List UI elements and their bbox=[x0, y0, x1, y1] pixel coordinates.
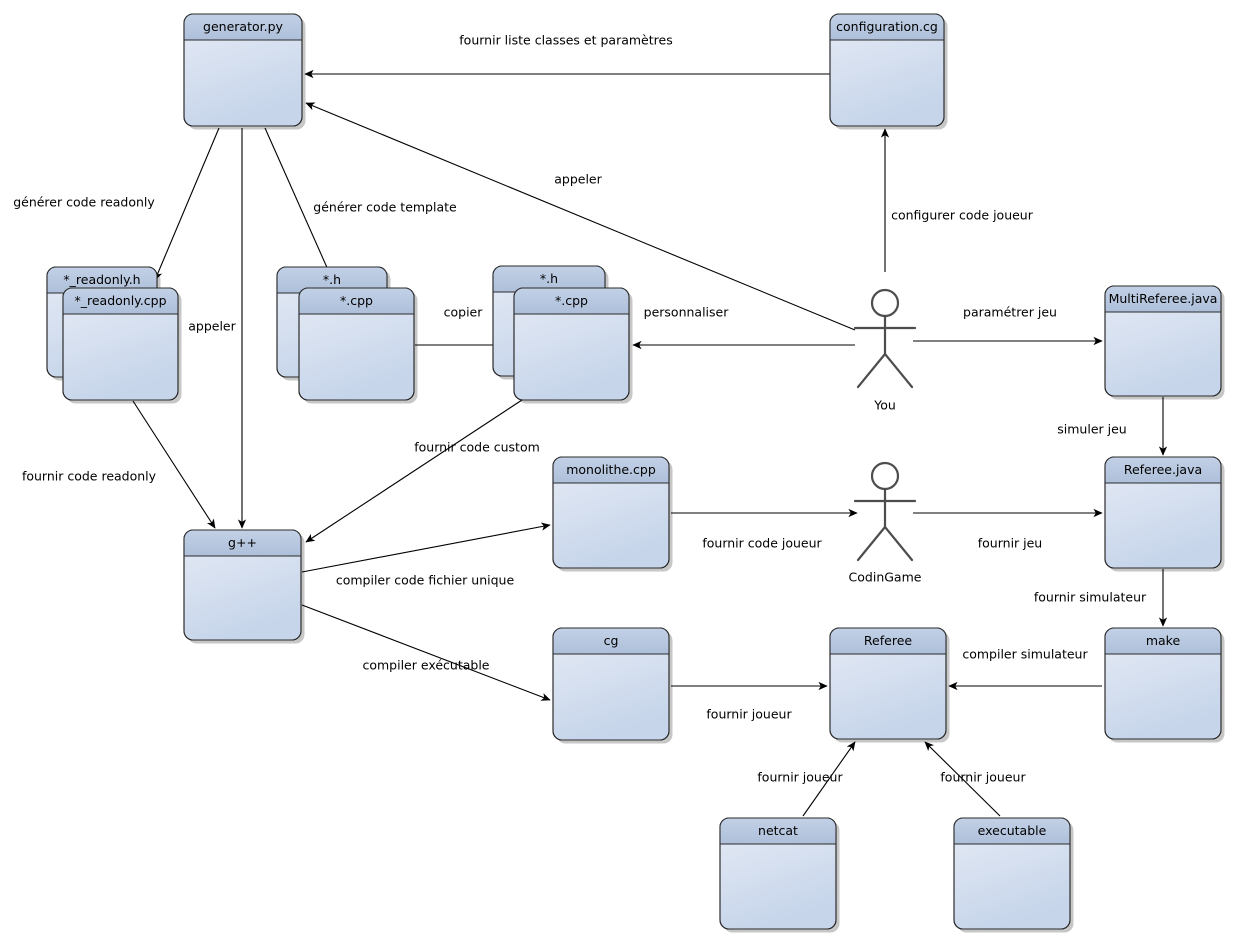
node-cg[interactable]: cg bbox=[552, 627, 673, 744]
node-multireferee[interactable]: MultiReferee.java bbox=[1104, 285, 1225, 400]
node-title: Referee bbox=[864, 633, 912, 648]
edge-e-gpp-monolithe bbox=[301, 522, 551, 573]
node-title: MultiReferee.java bbox=[1109, 291, 1218, 306]
edge-line bbox=[132, 400, 216, 529]
node-title: netcat bbox=[758, 823, 798, 838]
edge-label-e-netcat-referee: fournir joueur bbox=[757, 770, 843, 785]
node-custom_cpp[interactable]: *.cpp bbox=[513, 287, 633, 404]
actor-leg-right-icon bbox=[883, 352, 914, 389]
edge-label-e-gpp-monolithe: compiler code fichier unique bbox=[336, 573, 515, 588]
node-title: make bbox=[1146, 633, 1181, 648]
actor-leg-left-icon bbox=[856, 352, 887, 389]
edge-label-e-you-generator: appeler bbox=[554, 172, 602, 187]
node-title: *.h bbox=[323, 272, 341, 287]
edge-label-e-tplcpp-customcpp: copier bbox=[444, 305, 484, 320]
edge-label-e-readonly-gpp: fournir code readonly bbox=[22, 469, 157, 484]
edge-label-e-generator-template: générer code template bbox=[313, 200, 457, 215]
actors-layer: You CodinGame bbox=[849, 288, 922, 585]
edge-label-e-executable-referee: fournir joueur bbox=[940, 770, 1026, 785]
edge-label-e-generator-gpp: appeler bbox=[188, 319, 236, 334]
node-title: generator.py bbox=[203, 19, 283, 34]
edge-label-e-you-customcpp: personnaliser bbox=[644, 305, 730, 320]
edge-label-e-you-multireferee: paramétrer jeu bbox=[963, 305, 1057, 320]
node-title: monolithe.cpp bbox=[566, 462, 656, 477]
edge-label-e-you-config: configurer code joueur bbox=[891, 208, 1034, 223]
edge-label-e-gpp-cg: compiler exécutable bbox=[362, 658, 489, 673]
edge-e-gpp-cg bbox=[301, 604, 551, 701]
edge-line bbox=[305, 399, 523, 543]
edge-line bbox=[301, 604, 551, 701]
actor-codingame[interactable]: CodinGame bbox=[849, 461, 922, 585]
edge-line bbox=[154, 127, 220, 281]
node-referee_java[interactable]: Referee.java bbox=[1104, 456, 1225, 572]
node-title: *.cpp bbox=[340, 293, 373, 308]
node-title: *_readonly.cpp bbox=[74, 293, 166, 308]
edge-label-e-referee-make: fournir simulateur bbox=[1034, 590, 1147, 605]
edge-e-generator-readonly bbox=[154, 127, 220, 281]
node-title: Referee.java bbox=[1124, 462, 1202, 477]
node-title: executable bbox=[978, 823, 1047, 838]
edge-label-e-generator-readonly: générer code readonly bbox=[13, 195, 155, 210]
actor-leg-left-icon bbox=[856, 525, 887, 562]
actor-you[interactable]: You bbox=[853, 288, 917, 413]
diagram-svg: generator.py configuration.cg *_readonly.h… bbox=[13, 13, 1225, 933]
node-executable[interactable]: executable bbox=[953, 817, 1074, 933]
edge-label-e-cg-referee: fournir joueur bbox=[706, 707, 792, 722]
node-make[interactable]: make bbox=[1104, 627, 1225, 743]
actor-label: CodinGame bbox=[849, 570, 922, 585]
node-referee[interactable]: Referee bbox=[829, 627, 950, 743]
edge-e-customcpp-gpp bbox=[305, 399, 523, 543]
node-title: g++ bbox=[228, 535, 257, 550]
edge-label-e-multireferee-referee: simuler jeu bbox=[1057, 422, 1126, 437]
node-generator[interactable]: generator.py bbox=[183, 13, 306, 130]
node-title: cg bbox=[604, 633, 619, 648]
actor-head-icon bbox=[870, 288, 900, 318]
edge-label-e-codingame-referee: fournir jeu bbox=[978, 536, 1042, 551]
edge-label-e-customcpp-gpp: fournir code custom bbox=[414, 440, 540, 455]
edge-label-e-make-referee2: compiler simulateur bbox=[962, 647, 1088, 662]
node-readonly_cpp[interactable]: *_readonly.cpp bbox=[62, 287, 182, 404]
node-netcat[interactable]: netcat bbox=[719, 817, 840, 933]
edge-e-readonly-gpp bbox=[132, 400, 216, 529]
nodes-layer: generator.py configuration.cg *_readonly.h… bbox=[46, 13, 1225, 933]
node-monolithe[interactable]: monolithe.cpp bbox=[552, 456, 673, 572]
edge-line bbox=[301, 522, 551, 573]
actor-label: You bbox=[873, 398, 896, 413]
node-title: configuration.cg bbox=[836, 19, 938, 34]
uml-diagram-canvas: generator.py configuration.cg *_readonly.h… bbox=[0, 0, 1236, 945]
node-tpl_cpp[interactable]: *.cpp bbox=[298, 287, 418, 404]
node-title: *.cpp bbox=[555, 293, 588, 308]
node-title: *.h bbox=[540, 271, 558, 286]
edge-label-e-monolithe-codingame: fournir code joueur bbox=[702, 536, 822, 551]
node-title: *_readonly.h bbox=[63, 272, 140, 287]
node-gpp[interactable]: g++ bbox=[183, 529, 305, 644]
edge-label-e-config-generator: fournir liste classes et paramètres bbox=[459, 33, 672, 48]
actor-head-icon bbox=[870, 461, 900, 491]
node-configuration[interactable]: configuration.cg bbox=[829, 13, 948, 130]
actor-leg-right-icon bbox=[883, 525, 914, 562]
